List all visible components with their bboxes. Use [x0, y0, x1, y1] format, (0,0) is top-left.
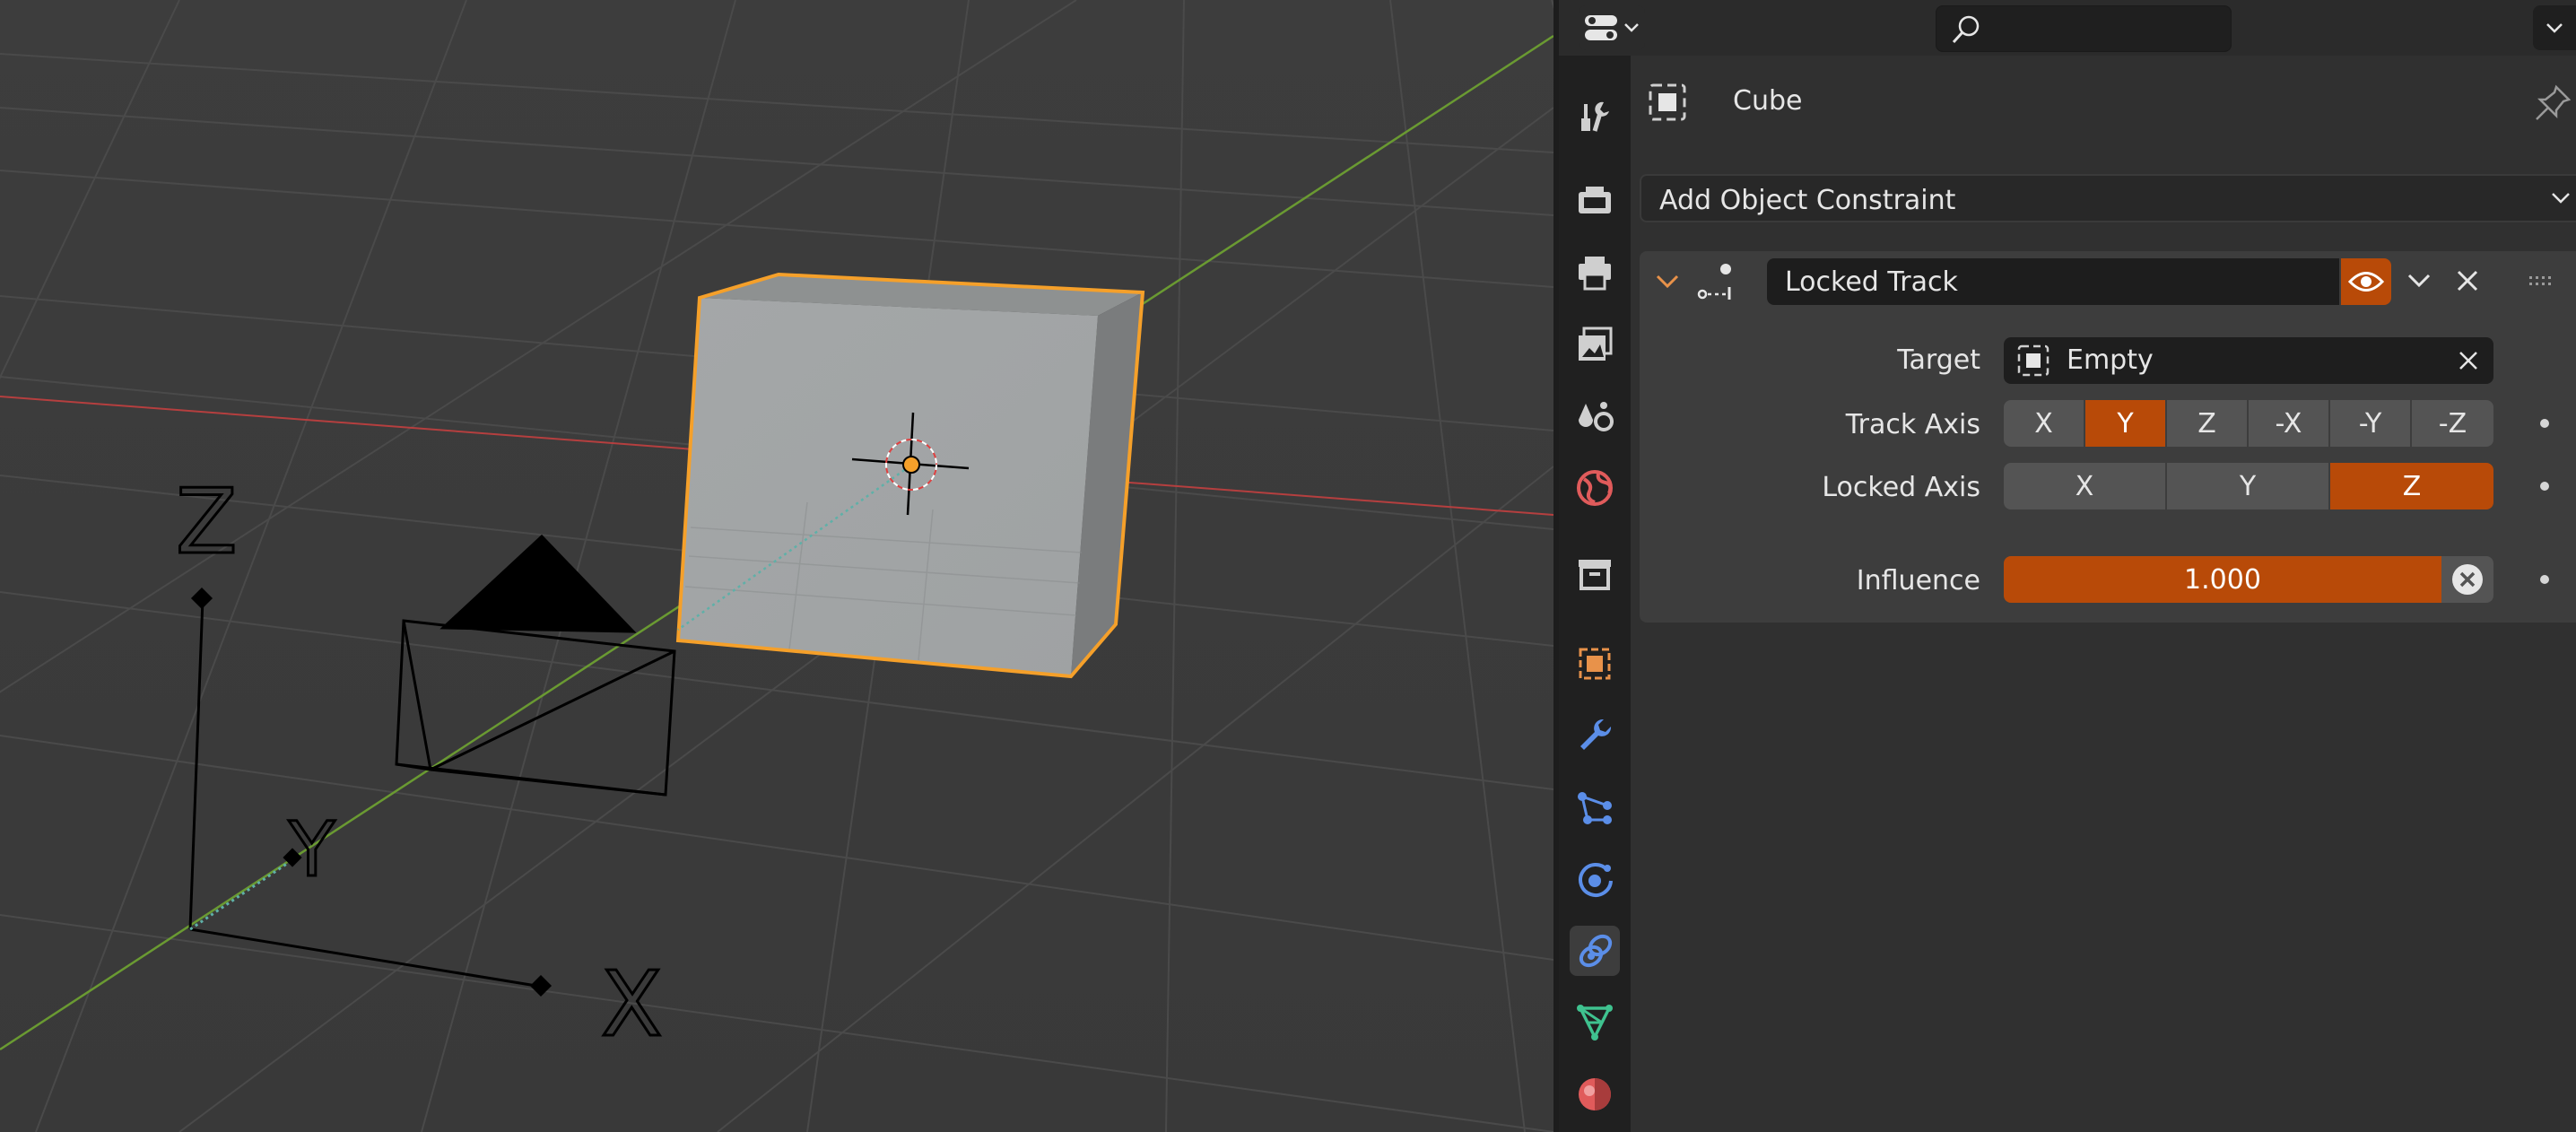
track-axis-option-neg-y[interactable]: -Y — [2330, 400, 2412, 447]
object-name: Cube — [1733, 85, 1803, 117]
tab-material[interactable] — [1570, 1067, 1620, 1118]
editor-type-dropdown[interactable] — [1579, 5, 1645, 50]
printer-icon — [1579, 257, 1611, 291]
material-sphere-icon — [1579, 1078, 1611, 1110]
chevron-down-icon — [1624, 23, 1639, 32]
object-icon — [1649, 83, 1686, 121]
influence-slider[interactable]: 1.000 — [2004, 556, 2441, 603]
drag-handle-icon[interactable] — [2528, 274, 2554, 287]
context-breadcrumb: Cube — [1631, 78, 2576, 132]
viewport-scene: Z Y X — [0, 0, 1553, 1132]
axis-label-x: X — [601, 952, 663, 1057]
properties-header — [1559, 0, 2576, 56]
search-input[interactable] — [1936, 5, 2232, 52]
scene-drops-icon — [1579, 402, 1614, 431]
axis-label-y: Y — [288, 805, 335, 893]
chevron-down-icon — [2546, 23, 2563, 33]
locked-track-constraint-icon — [1697, 264, 1731, 300]
track-axis-selector: X Y Z -X -Y -Z — [2004, 400, 2493, 447]
object-square-icon — [1579, 648, 1611, 680]
properties-content: Cube Add Object Constraint Locked Track … — [1631, 56, 2576, 1132]
target-object-field[interactable]: Empty — [2004, 337, 2493, 384]
tab-constraints[interactable] — [1570, 926, 1620, 976]
close-icon[interactable] — [2452, 266, 2483, 296]
tab-object[interactable] — [1570, 639, 1620, 689]
target-label: Target — [1897, 344, 1980, 376]
influence-keyframe-dot[interactable] — [2540, 575, 2549, 584]
eye-icon — [2348, 272, 2384, 292]
tab-render[interactable] — [1570, 176, 1620, 226]
constraint-name-text: Locked Track — [1785, 266, 1958, 298]
add-object-constraint-dropdown[interactable]: Add Object Constraint — [1640, 174, 2576, 222]
tab-modifiers[interactable] — [1570, 710, 1620, 761]
panel-collapse-chevron-icon[interactable] — [1654, 271, 1681, 292]
tab-data[interactable] — [1570, 997, 1620, 1048]
target-object-name: Empty — [2067, 344, 2154, 376]
pin-icon[interactable] — [2533, 83, 2572, 123]
tab-world[interactable] — [1570, 463, 1620, 513]
constraint-visibility-toggle[interactable] — [2341, 258, 2391, 305]
tab-particles[interactable] — [1570, 782, 1620, 832]
tab-physics[interactable] — [1570, 854, 1620, 904]
add-constraint-label: Add Object Constraint — [1659, 185, 1956, 216]
globe-icon — [1577, 470, 1613, 506]
header-menu-button[interactable] — [2533, 5, 2576, 50]
clear-target-icon[interactable] — [2456, 348, 2481, 373]
axis-label-z: Z — [176, 469, 238, 574]
track-axis-option-neg-x[interactable]: -X — [2249, 400, 2330, 447]
search-icon — [1952, 15, 1980, 44]
influence-label: Influence — [1856, 565, 1980, 596]
locked-axis-option-y[interactable]: Y — [2167, 463, 2330, 509]
constraint-panel: Locked Track Target Empty Track Axis X Y… — [1640, 251, 2576, 623]
tab-output[interactable] — [1570, 248, 1620, 298]
locked-axis-selector: XYZ — [2004, 463, 2493, 509]
wrench-screwdriver-icon — [1581, 101, 1609, 132]
locked-axis-label: Locked Axis — [1822, 472, 1980, 503]
tab-scene[interactable] — [1570, 391, 1620, 441]
mesh-triangle-icon — [1577, 1005, 1613, 1041]
track-axis-option-z[interactable]: Z — [2167, 400, 2249, 447]
track-axis-option-y[interactable]: Y — [2085, 400, 2167, 447]
disable-keep-transform-button[interactable] — [2441, 556, 2493, 603]
tab-tool[interactable] — [1570, 91, 1620, 142]
image-stack-icon — [1579, 327, 1613, 361]
properties-tab-bar — [1559, 56, 1631, 1132]
tab-collection[interactable] — [1570, 549, 1620, 599]
clear-x-circle-icon — [2452, 564, 2483, 595]
locked-axis-keyframe-dot[interactable] — [2540, 482, 2549, 491]
locked-axis-option-z[interactable]: Z — [2330, 463, 2493, 509]
tab-view-layer[interactable] — [1570, 319, 1620, 370]
track-axis-option-x[interactable]: X — [2004, 400, 2085, 447]
box-archive-icon — [1579, 560, 1611, 590]
camera-back-icon — [1579, 187, 1611, 213]
physics-orbit-icon — [1579, 863, 1613, 897]
chevron-down-icon — [2552, 193, 2570, 204]
track-axis-option-neg-z[interactable]: -Z — [2412, 400, 2493, 447]
3d-viewport[interactable]: Z Y X — [0, 0, 1553, 1132]
track-axis-label: Track Axis — [1845, 409, 1980, 440]
constraint-link-icon — [1579, 934, 1613, 968]
particles-icon — [1578, 792, 1612, 824]
properties-editor: Cube Add Object Constraint Locked Track … — [1559, 0, 2576, 1132]
properties-editor-icon — [1585, 15, 1617, 40]
constraint-name-field[interactable]: Locked Track — [1767, 258, 2339, 305]
object-icon — [2017, 344, 2049, 377]
locked-axis-option-x[interactable]: X — [2004, 463, 2167, 509]
wrench-icon — [1580, 718, 1612, 750]
track-axis-keyframe-dot[interactable] — [2540, 419, 2549, 428]
chevron-down-icon[interactable] — [2404, 266, 2434, 296]
